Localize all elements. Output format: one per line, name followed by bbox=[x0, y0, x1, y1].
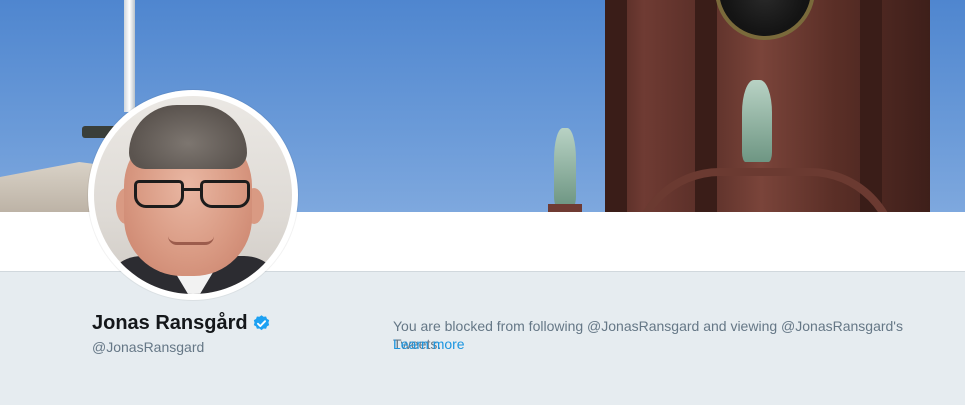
avatar-photo bbox=[94, 96, 292, 294]
profile-handle[interactable]: @JonasRansgard bbox=[92, 339, 204, 355]
profile-name-row: Jonas Ransgård bbox=[92, 312, 271, 335]
glasses-lens bbox=[200, 180, 250, 208]
glasses-lens bbox=[134, 180, 184, 208]
avatar-hair bbox=[129, 105, 247, 169]
tower-column bbox=[605, 0, 627, 212]
statue-base bbox=[548, 204, 582, 212]
flagpole bbox=[124, 0, 135, 112]
avatar-mouth bbox=[168, 236, 214, 245]
learn-more-link[interactable]: Learn more bbox=[393, 335, 465, 353]
verified-badge-icon bbox=[252, 314, 271, 333]
tower-column bbox=[860, 0, 882, 212]
statue bbox=[742, 80, 772, 162]
profile-display-name[interactable]: Jonas Ransgård bbox=[92, 312, 248, 335]
blocked-notice-text: You are blocked from following @JonasRan… bbox=[393, 318, 903, 352]
avatar-glasses bbox=[134, 180, 252, 210]
profile-avatar[interactable] bbox=[88, 90, 298, 300]
statue bbox=[554, 128, 576, 206]
